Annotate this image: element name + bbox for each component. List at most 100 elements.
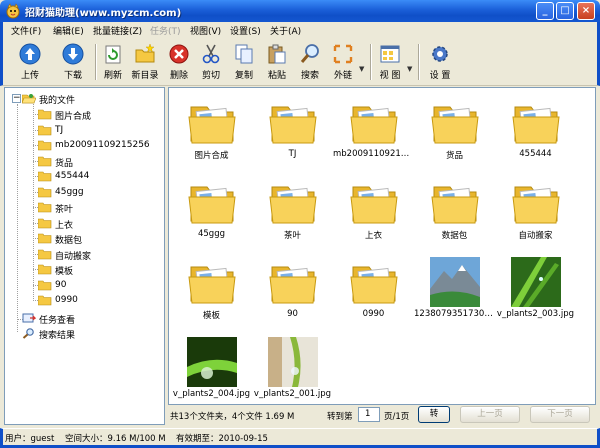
tile-name: TJ — [288, 149, 297, 159]
image-file-tile[interactable]: 12380793517304... — [414, 253, 495, 333]
tree-folder-label: 45ggg — [55, 186, 84, 197]
paste-clipboard-icon — [268, 44, 286, 64]
next-page-button[interactable]: 下一页 — [530, 406, 590, 423]
download-button[interactable]: 下载 — [58, 41, 88, 83]
settings-button[interactable]: 设 置 — [425, 41, 455, 83]
refresh-button[interactable]: 刷新 — [100, 41, 126, 83]
tile-name: v_plants2_004.jpg — [172, 389, 251, 399]
tree-guide — [33, 238, 38, 239]
folder-tile[interactable]: 数据包 — [414, 173, 495, 253]
tile-name: 图片合成 — [194, 151, 229, 161]
tree-guide — [33, 145, 38, 146]
folder-tile[interactable]: 货品 — [414, 93, 495, 173]
menu-edit[interactable]: 编辑(E) — [53, 24, 84, 37]
tree-folder-label: 图片合成 — [55, 112, 92, 122]
folder-icon — [38, 280, 52, 290]
tree-guide — [33, 222, 38, 224]
tree-collapse-toggle[interactable]: − — [12, 94, 21, 103]
title-bar: 招财猫助理(www.myzcm.com) _ □ × — [0, 0, 600, 22]
folder-icon — [38, 125, 52, 135]
mountain-photo-thumbnail — [430, 257, 480, 307]
folder-icon — [188, 266, 236, 304]
folder-tile[interactable]: 上衣 — [333, 173, 414, 253]
tree-guide — [33, 129, 38, 131]
menu-batch-link[interactable]: 批量链接(Z) — [93, 24, 142, 37]
tree-folder-label: 0990 — [55, 295, 78, 305]
tree-root-label: 我的文件 — [39, 93, 76, 106]
copy-label: 复制 — [234, 71, 253, 81]
menu-view[interactable]: 视图(V) — [190, 24, 221, 37]
copy-button[interactable]: 复制 — [231, 41, 257, 83]
view-dropdown-icon[interactable]: ▼ — [407, 65, 412, 73]
view-button[interactable]: 视 图 — [376, 41, 404, 83]
leaf-photo-thumbnail — [268, 337, 318, 387]
tile-name: 上衣 — [364, 231, 382, 241]
menu-settings[interactable]: 设置(S) — [230, 24, 261, 37]
folder-icon — [269, 186, 317, 224]
tile-name: 数据包 — [441, 231, 468, 241]
view-label: 视 图 — [379, 71, 401, 81]
search-button[interactable]: 搜索 — [297, 41, 323, 83]
image-file-tile[interactable]: v_plants2_001.jpg — [252, 333, 333, 404]
delete-label: 删除 — [169, 71, 188, 81]
folder-icon — [431, 106, 479, 144]
go-button[interactable]: 转 — [418, 406, 450, 423]
folder-tile[interactable]: 图片合成 — [171, 93, 252, 173]
folder-icon — [269, 266, 317, 304]
tree-folder-label: TJ — [55, 124, 64, 135]
page-number-input[interactable]: 1 — [358, 407, 380, 422]
folder-tile[interactable]: 0990 — [333, 253, 414, 333]
tile-name: 45ggg — [197, 229, 225, 239]
close-button[interactable]: × — [577, 2, 595, 20]
menu-file[interactable]: 文件(F) — [11, 24, 41, 37]
search-icon — [300, 44, 319, 63]
tile-name: 模板 — [202, 311, 220, 321]
tree-folder-label: 90 — [55, 279, 67, 290]
minimize-button[interactable]: _ — [536, 2, 554, 20]
folder-icon — [38, 171, 52, 182]
folder-icon — [350, 266, 398, 304]
folder-tile[interactable]: TJ — [252, 93, 333, 173]
folder-tile[interactable]: 自动搬家 — [495, 173, 576, 253]
tree-folder-label: 数据包 — [55, 236, 83, 246]
paste-button[interactable]: 粘贴 — [264, 41, 290, 83]
maximize-button[interactable]: □ — [556, 2, 574, 20]
folder-icon — [38, 249, 52, 259]
folder-icon — [188, 106, 236, 144]
prev-page-button[interactable]: 上一页 — [460, 406, 520, 423]
new-folder-button[interactable]: 新目录 — [129, 41, 161, 83]
folder-icon — [188, 186, 236, 224]
status-space: 空间大小：9.16 M/100 M — [65, 434, 166, 444]
tree-folder-label: 455444 — [55, 171, 90, 181]
folder-tile[interactable]: 模板 — [171, 253, 252, 333]
folder-tile[interactable]: 90 — [252, 253, 333, 333]
tree-guide — [33, 207, 38, 208]
external-link-icon — [333, 44, 353, 64]
view-grid-icon — [380, 45, 400, 63]
open-folder-icon — [22, 94, 36, 104]
tree-folder-label: 货品 — [55, 158, 74, 169]
folder-tile[interactable]: 茶叶 — [252, 173, 333, 253]
folder-tile[interactable]: 455444 — [495, 93, 576, 173]
folder-tile[interactable]: mb20091109215256 — [333, 93, 414, 173]
search-label: 搜索 — [300, 71, 319, 81]
upload-button[interactable]: 上传 — [15, 41, 45, 83]
cut-label: 剪切 — [201, 71, 220, 81]
cut-button[interactable]: 剪切 — [198, 41, 224, 83]
external-link-button[interactable]: 外链 — [329, 41, 357, 83]
refresh-label: 刷新 — [103, 71, 122, 81]
delete-button[interactable]: 删除 — [166, 41, 192, 83]
goto-label: 转到第 — [327, 412, 353, 422]
menu-about[interactable]: 关于(A) — [270, 24, 301, 37]
pager: 共13个文件夹，4个文件 1.69 M 转到第 1 页/1页 转 上一页 下一页 — [168, 405, 596, 425]
menu-task[interactable]: 任务(T) — [150, 24, 181, 37]
status-bar: 用户：guest 空间大小：9.16 M/100 M 有效期至：2010-09-… — [0, 428, 600, 448]
external-link-dropdown-icon[interactable]: ▼ — [359, 65, 364, 73]
image-file-tile[interactable]: v_plants2_003.jpg — [495, 253, 576, 333]
image-file-tile[interactable]: v_plants2_004.jpg — [171, 333, 252, 404]
folder-icon — [38, 233, 52, 244]
folder-icon — [38, 109, 52, 120]
folder-tile[interactable]: 45ggg — [171, 173, 252, 253]
folder-icon — [38, 156, 52, 166]
tree-guide — [33, 114, 38, 115]
